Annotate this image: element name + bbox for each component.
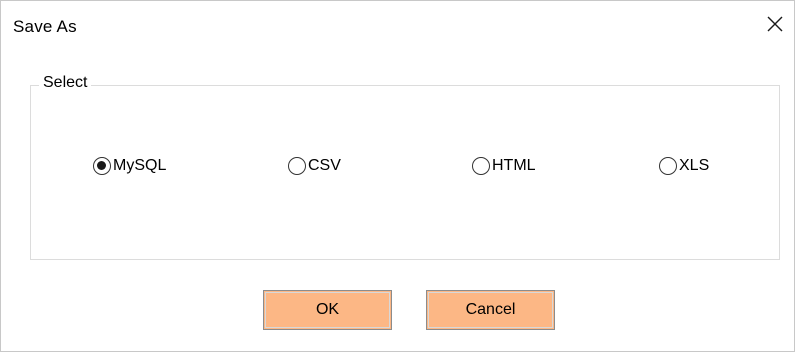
save-as-dialog: Save As Select MySQL CSV HTML XLS OK Can…: [0, 0, 795, 352]
radio-mysql-label: MySQL: [113, 157, 167, 174]
radio-xls[interactable]: XLS: [659, 157, 709, 175]
radio-csv-indicator[interactable]: [288, 157, 306, 175]
radio-xls-label: XLS: [679, 157, 710, 174]
groupbox-legend: Select: [39, 74, 92, 92]
close-icon: [767, 16, 783, 32]
cancel-button[interactable]: Cancel: [426, 290, 555, 330]
title-bar: Save As: [1, 1, 794, 45]
radio-html[interactable]: HTML: [472, 157, 536, 175]
radio-html-indicator[interactable]: [472, 157, 490, 175]
dialog-body: Select MySQL CSV HTML XLS OK Cancel: [1, 45, 794, 351]
radio-xls-indicator[interactable]: [659, 157, 677, 175]
dialog-title: Save As: [13, 17, 77, 36]
ok-button[interactable]: OK: [263, 290, 392, 330]
radio-html-label: HTML: [492, 157, 536, 174]
radio-csv-label: CSV: [308, 157, 341, 174]
close-button[interactable]: [760, 9, 790, 39]
radio-csv[interactable]: CSV: [288, 157, 341, 175]
radio-mysql[interactable]: MySQL: [93, 157, 166, 175]
radio-mysql-indicator[interactable]: [93, 157, 111, 175]
